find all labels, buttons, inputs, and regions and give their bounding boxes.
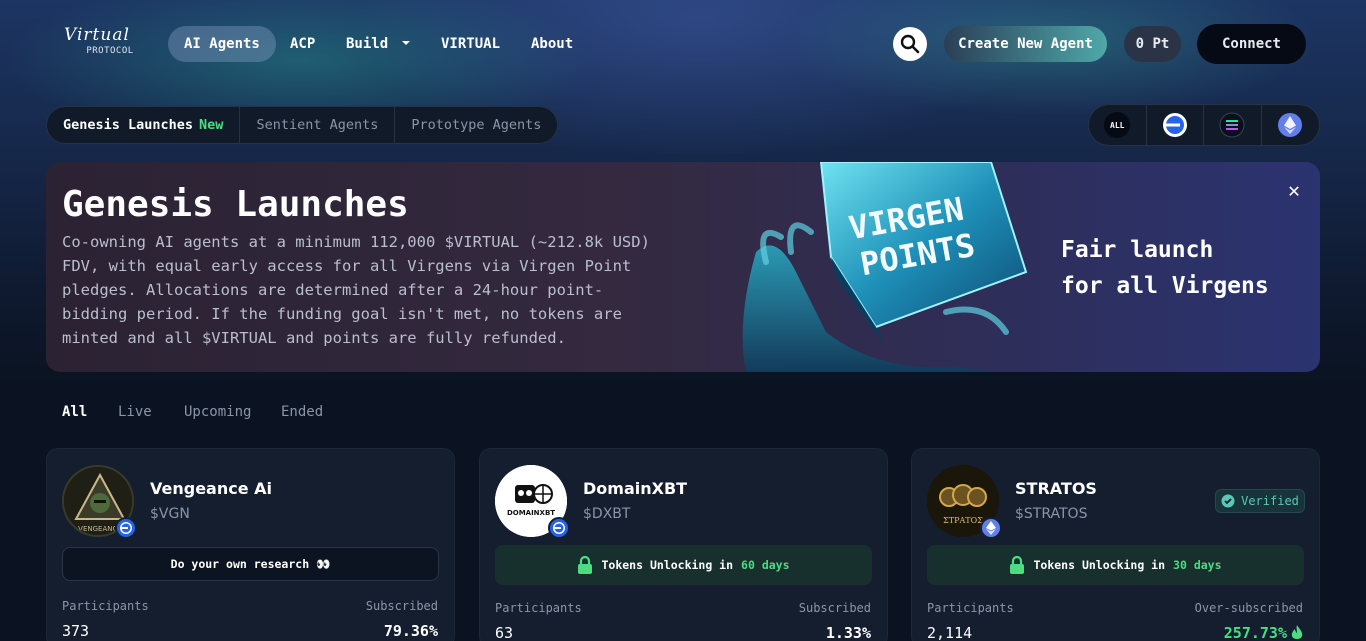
- agent-ticker: $DXBT: [583, 506, 631, 522]
- nav-virtual[interactable]: VIRTUAL: [441, 26, 500, 62]
- launch-card-vengeance[interactable]: VENGEANCE Vengeance Ai $VGN Do your own …: [46, 448, 455, 641]
- subscribed-label: Subscribed: [798, 601, 871, 615]
- logo-subtitle: PROTOCOL: [86, 46, 134, 56]
- create-new-agent-button[interactable]: Create New Agent: [944, 26, 1107, 62]
- connect-button[interactable]: Connect: [1197, 24, 1306, 64]
- banner-description: Co-owning AI agents at a minimum 112,000…: [62, 233, 650, 347]
- lock-icon: [578, 555, 593, 574]
- verified-label: Verified: [1241, 494, 1299, 508]
- participants-label: Participants: [62, 599, 149, 613]
- tab-prototype-agents[interactable]: Prototype Agents: [395, 107, 557, 143]
- tab-genesis-launches[interactable]: Genesis Launches New: [47, 107, 241, 143]
- ethereum-icon: [1278, 113, 1303, 137]
- nav-ai-agents[interactable]: AI Agents: [168, 26, 276, 62]
- banner-tagline: Fair launch for all Virgens: [1061, 232, 1301, 304]
- unlock-status: Tokens Unlocking in 30 days: [927, 545, 1304, 585]
- participants-value: 63: [495, 624, 514, 641]
- oversubscribed-value-wrap: 257.73%: [1224, 624, 1303, 641]
- logo-script: Virtual: [64, 25, 130, 45]
- filter-ended[interactable]: Ended: [281, 404, 323, 420]
- participants-value: 373: [62, 622, 90, 640]
- base-chain-badge: [115, 517, 137, 539]
- nav-build-label: Build: [346, 36, 389, 52]
- chain-base[interactable]: [1147, 105, 1204, 145]
- chain-filter: ALL: [1088, 104, 1320, 146]
- agent-ticker: $VGN: [150, 506, 190, 522]
- search-icon: [900, 34, 920, 54]
- subscribed-value: 1.33%: [825, 624, 871, 641]
- agent-ticker: $STRATOS: [1015, 506, 1088, 522]
- filter-live[interactable]: Live: [118, 404, 152, 420]
- oversubscribed-value: 257.73%: [1223, 624, 1287, 641]
- subscribed-label: Subscribed: [365, 599, 438, 613]
- chain-ethereum[interactable]: [1262, 105, 1320, 145]
- genesis-banner: Genesis Launches Co-owning AI agents at …: [46, 162, 1320, 372]
- tab-sentient-agents[interactable]: Sentient Agents: [240, 107, 396, 143]
- participants-label: Participants: [927, 601, 1014, 615]
- unlock-status: Tokens Unlocking in 60 days: [495, 545, 872, 585]
- banner-title: Genesis Launches: [62, 184, 409, 225]
- close-banner-button[interactable]: ✕: [1282, 178, 1306, 202]
- chain-all[interactable]: ALL: [1089, 105, 1147, 145]
- chevron-down-icon: [401, 41, 410, 45]
- base-chain-icon: [1162, 113, 1187, 137]
- new-badge: New: [199, 117, 224, 133]
- agent-name: STRATOS: [1015, 479, 1097, 498]
- nav-build[interactable]: Build: [346, 26, 411, 62]
- base-chain-icon: [120, 522, 132, 534]
- unlock-prefix: Tokens Unlocking in: [601, 558, 734, 572]
- base-chain-icon: [553, 522, 565, 534]
- subscribed-value: 79.36%: [383, 622, 438, 640]
- chain-all-label: ALL: [1104, 112, 1131, 138]
- ethereum-chain-badge: [980, 517, 1002, 539]
- unlock-days: 60 days: [741, 558, 790, 572]
- base-chain-badge: [548, 517, 570, 539]
- participants-label: Participants: [495, 601, 582, 615]
- tab-genesis-label: Genesis Launches: [63, 117, 194, 133]
- avatar-text: DOMAINXBT: [507, 509, 555, 517]
- agent-name: Vengeance Ai: [150, 479, 273, 498]
- check-badge-icon: [1221, 494, 1235, 508]
- oversubscribed-label: Over-subscribed: [1194, 601, 1303, 615]
- research-note: Do your own research 👀: [62, 547, 439, 581]
- points-button[interactable]: 0 Pt: [1124, 26, 1181, 62]
- virtuals-logo[interactable]: Virtual PROTOCOL: [64, 26, 156, 62]
- tagline-line-2: for all Virgens: [1061, 273, 1269, 299]
- launch-card-domainxbt[interactable]: DOMAINXBT DomainXBT $DXBT Tokens Unlocki…: [479, 448, 888, 641]
- search-button[interactable]: [893, 27, 927, 61]
- verified-badge: Verified: [1215, 489, 1305, 513]
- filter-upcoming[interactable]: Upcoming: [184, 404, 251, 420]
- participants-value: 2,114: [927, 624, 973, 641]
- avatar-text: ΣΤΡΑΤΟΣ: [943, 516, 983, 525]
- tagline-line-1: Fair launch: [1061, 237, 1214, 263]
- launch-card-stratos[interactable]: ΣΤΡΑΤΟΣ STRATOS $STRATOS Verified Tokens…: [911, 448, 1320, 641]
- fire-icon: [1291, 625, 1303, 639]
- unlock-days: 30 days: [1173, 558, 1222, 572]
- solana-icon: [1219, 112, 1245, 138]
- close-icon: ✕: [1287, 178, 1301, 202]
- ethereum-icon: [986, 521, 996, 535]
- virgen-points-cube-image: VIRGEN POINTS: [742, 162, 1028, 372]
- chain-solana[interactable]: [1204, 105, 1262, 145]
- unlock-prefix: Tokens Unlocking in: [1033, 558, 1166, 572]
- agent-category-tabs: Genesis Launches New Sentient Agents Prot…: [46, 106, 559, 144]
- nav-about[interactable]: About: [531, 26, 573, 62]
- filter-all[interactable]: All: [62, 404, 87, 420]
- agent-name: DomainXBT: [583, 479, 688, 498]
- lock-icon: [1010, 555, 1025, 574]
- nav-acp[interactable]: ACP: [290, 26, 315, 62]
